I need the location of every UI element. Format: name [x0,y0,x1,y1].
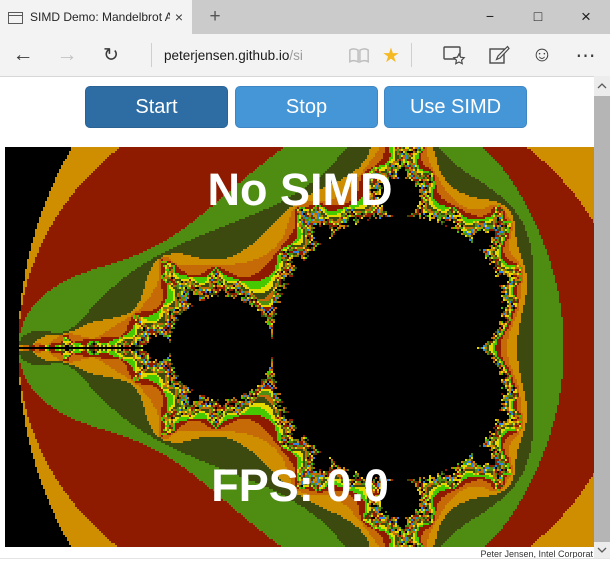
active-tab[interactable]: SIMD Demo: Mandelbrot A × [0,0,192,34]
page-content: Start Stop Use SIMD No SIMD FPS: 0.0 Pet… [0,77,595,565]
divider [151,43,152,67]
start-button[interactable]: Start [85,86,228,128]
fractal-bitmap [5,147,595,547]
web-note-icon[interactable] [484,34,514,76]
window-bottom-edge [0,558,610,565]
hub-icon[interactable] [439,34,469,76]
url-text: peterjensen.github.io [164,47,290,63]
tab-title: SIMD Demo: Mandelbrot A [30,10,170,24]
window-controls: − □ × [466,0,610,34]
mandelbrot-canvas: No SIMD FPS: 0.0 [5,147,595,547]
divider [411,43,412,67]
scroll-up-icon[interactable] [594,76,610,96]
maximize-button[interactable]: □ [514,0,562,34]
more-icon[interactable]: ⋯ [570,34,602,76]
address-bar[interactable]: peterjensen.github.io/si [164,34,303,76]
refresh-icon[interactable]: ↻ [96,34,126,76]
new-tab-button[interactable]: + [198,0,232,34]
page-favicon-icon [8,11,23,24]
forward-icon: → [56,43,78,66]
favorites-star-icon[interactable]: ★ [376,34,406,76]
stop-button[interactable]: Stop [235,86,378,128]
tab-bar: SIMD Demo: Mandelbrot A × + − □ × [0,0,610,34]
minimize-button[interactable]: − [466,0,514,34]
scrollbar-thumb[interactable] [594,96,610,542]
browser-window: SIMD Demo: Mandelbrot A × + − □ × ← → ↻ … [0,0,610,565]
back-icon[interactable]: ← [8,34,38,76]
use-simd-button[interactable]: Use SIMD [384,86,527,128]
feedback-smiley-icon[interactable]: ☺ [527,34,557,76]
navigation-bar: ← → ↻ peterjensen.github.io/si ★ ☺ ⋯ [0,34,610,77]
url-path-text: /si [289,47,303,63]
vertical-scrollbar[interactable] [594,76,610,558]
close-window-button[interactable]: × [562,0,610,34]
tab-close-icon[interactable]: × [172,9,186,25]
reading-view-icon [344,34,374,76]
scroll-down-icon[interactable] [594,542,610,558]
